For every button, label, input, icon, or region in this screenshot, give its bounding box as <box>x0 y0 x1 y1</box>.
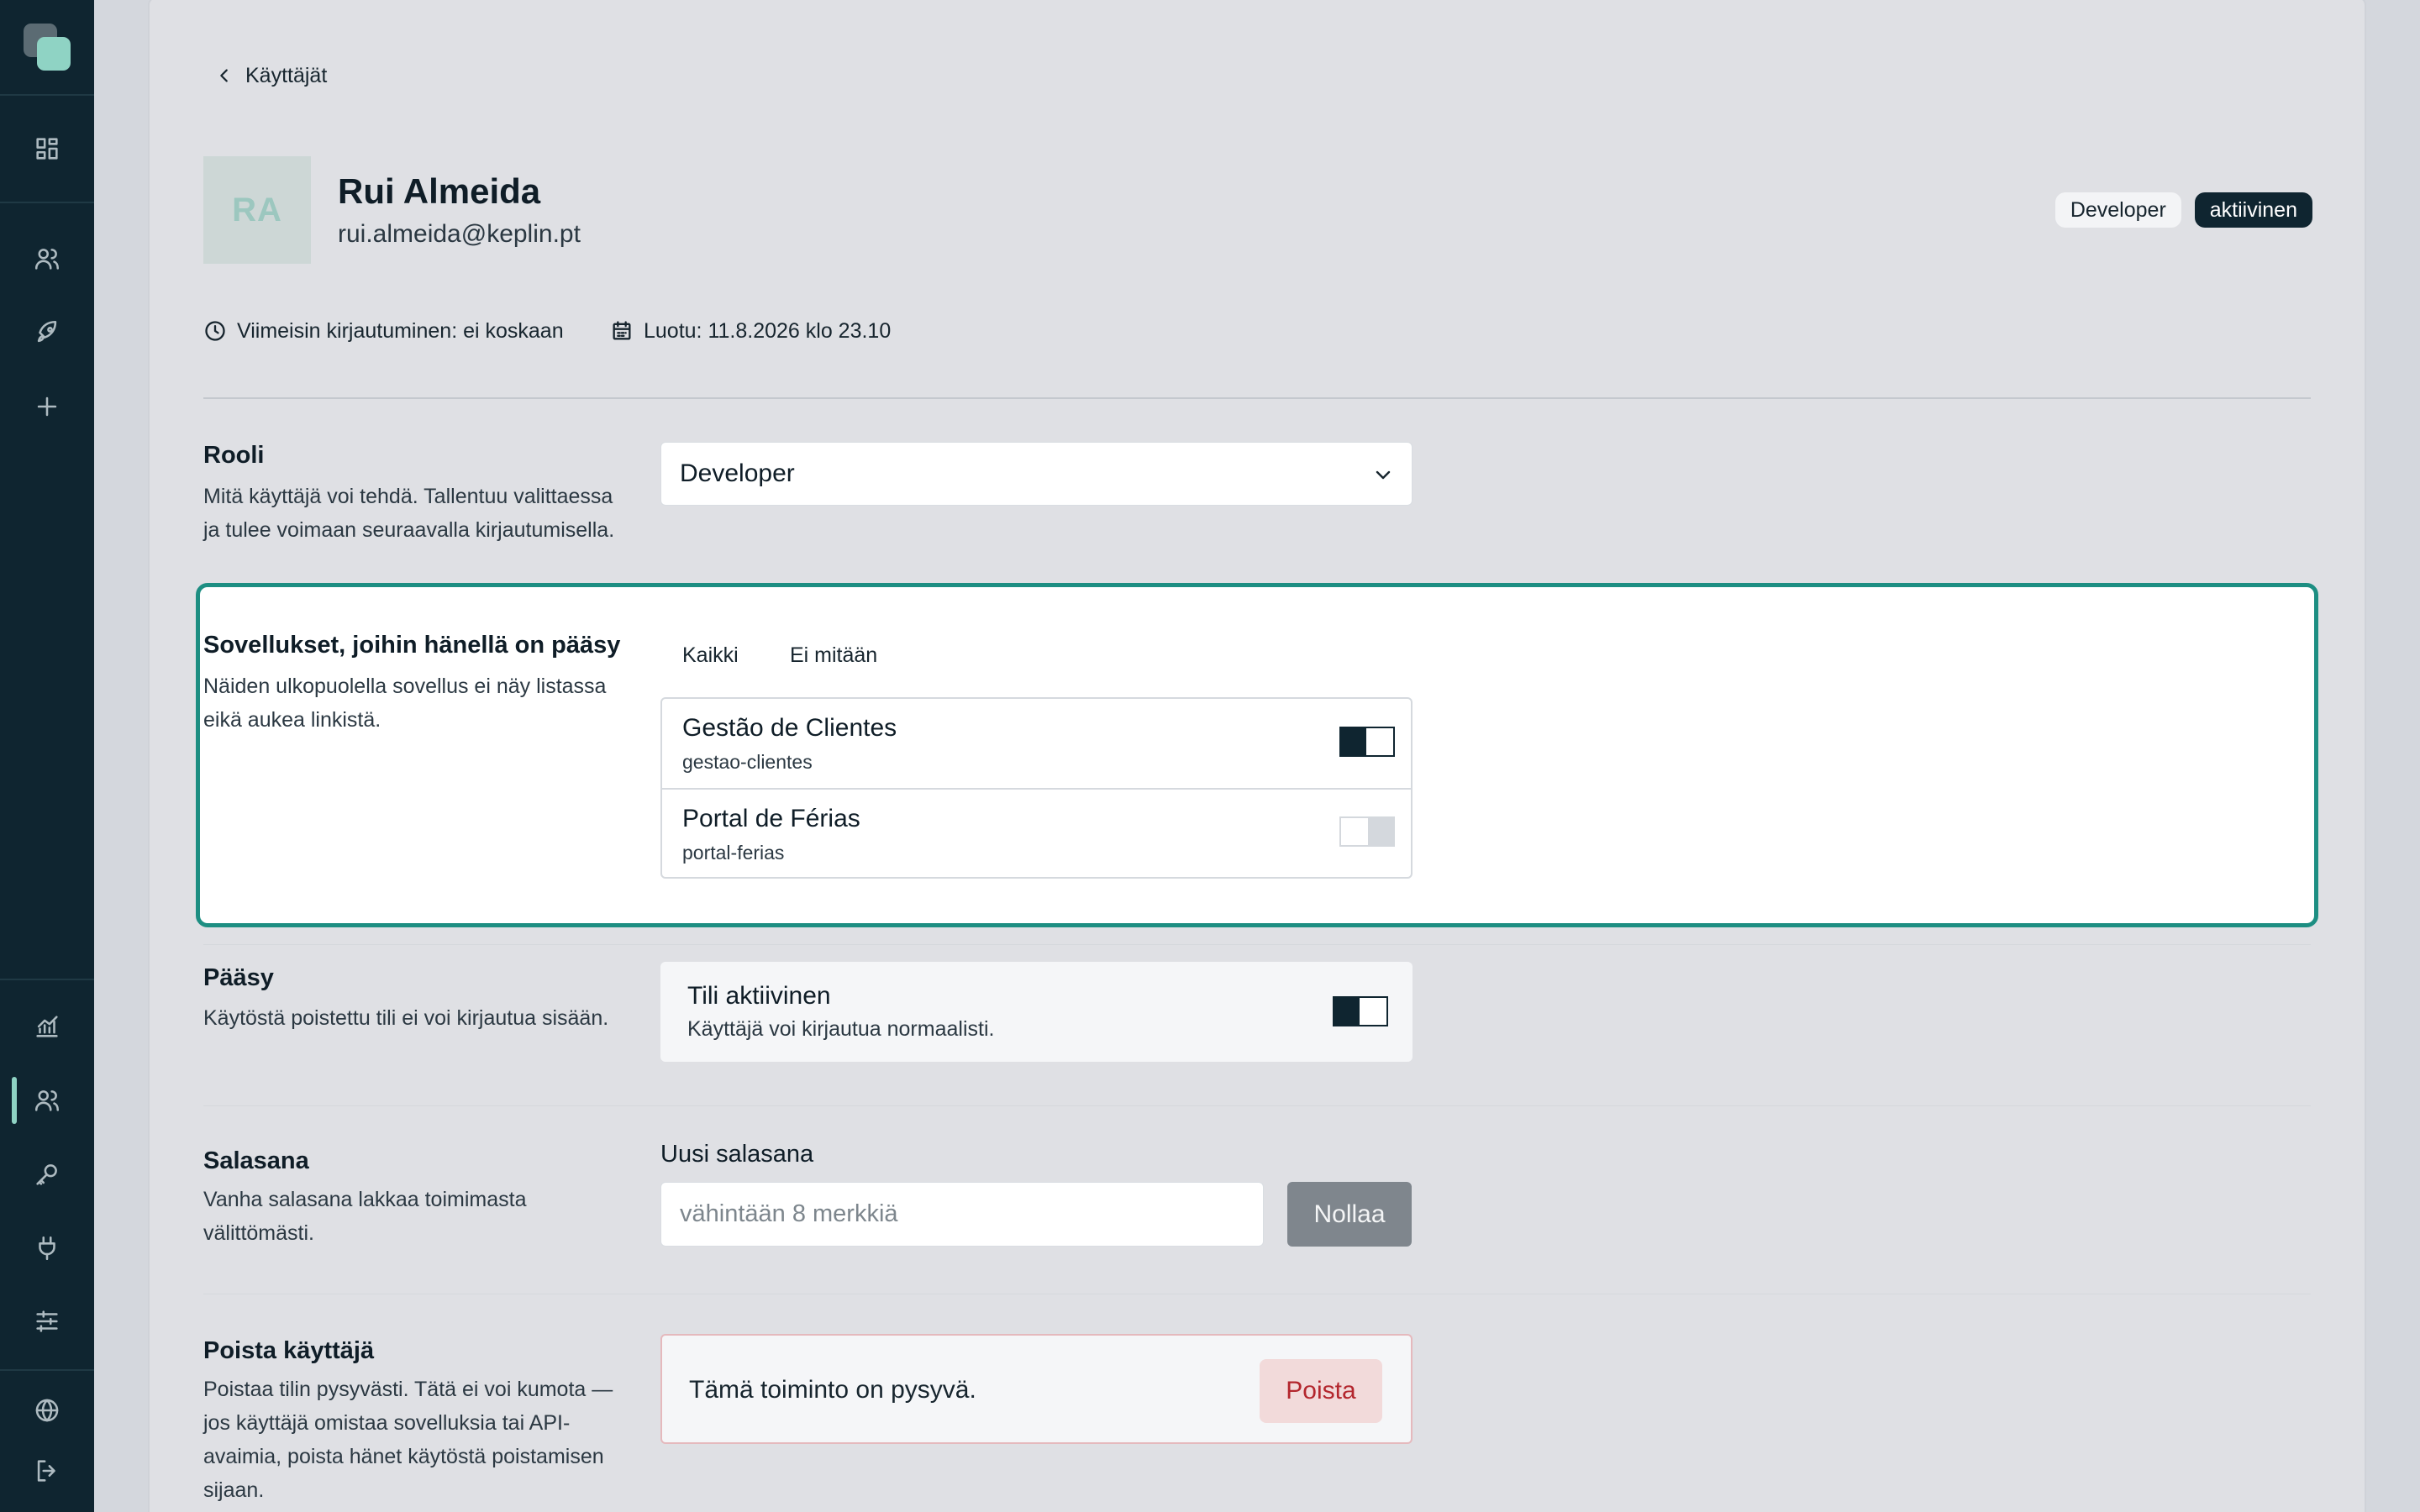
section-divider <box>203 1105 2311 1106</box>
delete-title: Poista käyttäjä <box>203 1337 375 1364</box>
apps-description: Näiden ulkopuolella sovellus ei näy list… <box>203 675 607 732</box>
users-icon[interactable] <box>27 1080 67 1121</box>
dashboard-icon[interactable] <box>27 129 67 169</box>
key-icon[interactable] <box>27 1154 67 1194</box>
new-password-label: Uusi salasana <box>660 1141 814 1168</box>
delete-description: Poistaa tilin pysyvästi. Tätä ei voi kum… <box>203 1378 613 1502</box>
select-none-button[interactable]: Ei mitään <box>790 638 877 672</box>
avatar: RA <box>203 156 311 264</box>
section-divider <box>203 944 2311 945</box>
list-item: Gestão de Clientes gestao-clientes <box>662 699 1411 788</box>
list-item: Portal de Férias portal-ferias <box>662 788 1411 877</box>
password-title: Salasana <box>203 1147 309 1174</box>
account-active-toggle[interactable] <box>1333 996 1388 1026</box>
created-info: Luotu: 11.8.2026 klo 23.10 <box>610 316 891 346</box>
calendar-icon <box>613 321 631 340</box>
access-description: Käytöstä poistettu tili ei voi kirjautua… <box>203 1006 609 1030</box>
app-name: Gestão de Clientes <box>682 714 897 742</box>
user-email: rui.almeida@keplin.pt <box>338 220 581 248</box>
role-title: Rooli <box>203 442 265 469</box>
chevron-down-icon <box>1376 470 1391 480</box>
app-access-toggle[interactable] <box>1339 816 1395 847</box>
app-slug: gestao-clientes <box>682 751 813 773</box>
reset-password-button[interactable]: Nollaa <box>1287 1182 1412 1247</box>
globe-icon[interactable] <box>27 1390 67 1431</box>
app-name: Portal de Férias <box>682 805 860 832</box>
role-description: Mitä käyttäjä voi tehdä. Tallentuu valit… <box>203 485 615 542</box>
delete-user-button[interactable]: Poista <box>1260 1359 1382 1423</box>
back-link[interactable]: Käyttäjät <box>215 60 327 91</box>
apps-title: Sovellukset, joihin hänellä on pääsy <box>203 632 621 659</box>
user-badges: Developer aktiivinen <box>2054 192 2312 228</box>
header-divider <box>203 397 2311 399</box>
status-badge: aktiivinen <box>2194 192 2312 228</box>
chart-icon[interactable] <box>27 1006 67 1047</box>
last-login-text: Viimeisin kirjautuminen: ei koskaan <box>237 318 564 343</box>
sidebar-divider <box>0 202 94 203</box>
plug-icon[interactable] <box>27 1228 67 1268</box>
new-password-input[interactable] <box>660 1182 1264 1247</box>
users-icon[interactable] <box>27 239 67 279</box>
sidebar-divider <box>0 94 94 96</box>
sidebar <box>0 0 94 1512</box>
sidebar-divider <box>0 1369 94 1371</box>
app-logo[interactable] <box>24 24 71 71</box>
access-title: Pääsy <box>203 964 274 991</box>
delete-warning: Tämä toiminto on pysyvä. <box>689 1376 976 1404</box>
clock-icon <box>205 321 225 341</box>
role-select-value: Developer <box>680 459 795 487</box>
app-slug: portal-ferias <box>682 842 785 864</box>
password-description: Vanha salasana lakkaa toimimasta välittö… <box>203 1188 527 1245</box>
app-list: Gestão de Clientes gestao-clientes Porta… <box>660 697 1413 879</box>
last-login-info: Viimeisin kirjautuminen: ei koskaan <box>203 316 564 346</box>
delete-card: Tämä toiminto on pysyvä. Poista <box>660 1334 1413 1444</box>
user-name: Rui Almeida <box>338 171 541 211</box>
app-access-toggle[interactable] <box>1339 727 1395 757</box>
account-active-title: Tili aktiivinen <box>687 982 831 1010</box>
account-active-description: Käyttäjä voi kirjautua normaalisti. <box>687 1017 995 1041</box>
created-text: Luotu: 11.8.2026 klo 23.10 <box>644 318 892 343</box>
account-active-card: Tili aktiivinen Käyttäjä voi kirjautua n… <box>660 962 1413 1062</box>
role-select[interactable]: Developer <box>660 442 1413 506</box>
role-badge: Developer <box>2054 192 2181 228</box>
select-all-button[interactable]: Kaikki <box>682 638 739 672</box>
sidebar-active-indicator <box>12 1077 17 1124</box>
logout-icon[interactable] <box>27 1451 67 1491</box>
sliders-icon[interactable] <box>27 1301 67 1341</box>
rocket-icon[interactable] <box>27 312 67 353</box>
back-link-label: Käyttäjät <box>245 63 328 87</box>
plus-icon[interactable] <box>27 386 67 427</box>
sidebar-divider <box>0 979 94 980</box>
chevron-left-icon <box>220 69 228 82</box>
